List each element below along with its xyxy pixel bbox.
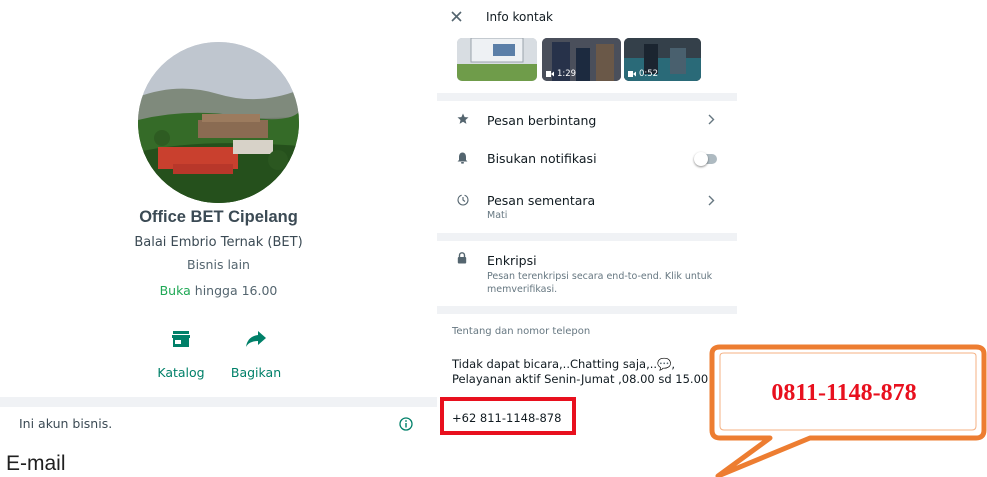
callout-phone-text: 0811-1148-878 bbox=[771, 379, 917, 406]
avatar-landscape-image bbox=[138, 42, 299, 203]
video-camera-icon bbox=[546, 71, 554, 77]
business-hours: Buka hingga 16.00 bbox=[0, 283, 437, 298]
about-text: Tidak dapat bicara,..Chatting saja,..💬, … bbox=[452, 357, 735, 386]
email-heading: E-mail bbox=[6, 452, 66, 475]
business-category: Bisnis lain bbox=[187, 257, 250, 272]
profile-avatar[interactable] bbox=[138, 42, 299, 203]
bagikan-label: Bagikan bbox=[230, 365, 282, 380]
encryption-row[interactable]: Enkripsi Pesan terenkripsi secara end-to… bbox=[437, 250, 737, 296]
mute-notifications-row[interactable]: Bisukan notifikasi bbox=[437, 148, 737, 172]
share-arrow-icon bbox=[246, 331, 266, 347]
business-profile-panel: Office BET Cipelang Balai Embrio Ternak … bbox=[0, 0, 437, 477]
media-thumbnail[interactable]: 0:52 bbox=[624, 38, 701, 81]
lock-icon bbox=[457, 252, 467, 264]
info-icon[interactable] bbox=[399, 417, 413, 431]
starred-messages-row[interactable]: Pesan berbintang bbox=[437, 110, 737, 134]
business-name: Office BET Cipelang bbox=[139, 208, 298, 226]
hours-closing-time: hingga 16.00 bbox=[190, 283, 278, 298]
bagikan-button[interactable]: Bagikan bbox=[221, 326, 291, 380]
about-section-title: Tentang dan nomor telepon bbox=[452, 326, 591, 337]
disappearing-status: Mati bbox=[487, 210, 508, 221]
starred-label: Pesan berbintang bbox=[487, 113, 597, 128]
catalog-store-icon bbox=[172, 331, 190, 347]
media-thumbnail[interactable] bbox=[457, 38, 537, 81]
hours-open-status: Buka bbox=[159, 283, 191, 298]
section-divider bbox=[437, 93, 737, 101]
encryption-label: Enkripsi bbox=[487, 253, 537, 268]
star-icon bbox=[457, 113, 469, 124]
video-duration: 0:52 bbox=[628, 69, 658, 79]
close-icon[interactable] bbox=[451, 11, 462, 22]
chevron-right-icon bbox=[708, 195, 715, 206]
phone-number[interactable]: +62 811-1148-878 bbox=[452, 411, 561, 425]
media-thumbnail[interactable]: 1:29 bbox=[542, 38, 621, 81]
mute-toggle[interactable] bbox=[694, 152, 717, 166]
mute-label: Bisukan notifikasi bbox=[487, 151, 597, 166]
business-account-note: Ini akun bisnis. bbox=[19, 416, 113, 431]
contact-info-panel: Info kontak 1:29 0:52 Pesan berbintang B… bbox=[437, 0, 737, 477]
katalog-label: Katalog bbox=[157, 365, 205, 380]
panel-title: Info kontak bbox=[486, 10, 554, 24]
encryption-description: Pesan terenkripsi secara end-to-end. Kli… bbox=[487, 271, 713, 295]
disappearing-messages-row[interactable]: Pesan sementara Mati bbox=[437, 190, 737, 226]
video-camera-icon bbox=[628, 71, 636, 77]
section-divider bbox=[437, 233, 737, 241]
disappearing-label: Pesan sementara bbox=[487, 193, 596, 208]
bell-icon bbox=[457, 152, 468, 164]
chevron-right-icon bbox=[708, 114, 715, 125]
video-duration: 1:29 bbox=[546, 69, 576, 79]
katalog-button[interactable]: Katalog bbox=[146, 326, 216, 380]
business-subtitle: Balai Embrio Ternak (BET) bbox=[134, 235, 303, 250]
section-divider bbox=[437, 306, 737, 314]
toggle-knob bbox=[694, 152, 708, 166]
timer-icon bbox=[457, 194, 469, 206]
media-image bbox=[457, 38, 537, 81]
section-divider bbox=[0, 397, 437, 407]
